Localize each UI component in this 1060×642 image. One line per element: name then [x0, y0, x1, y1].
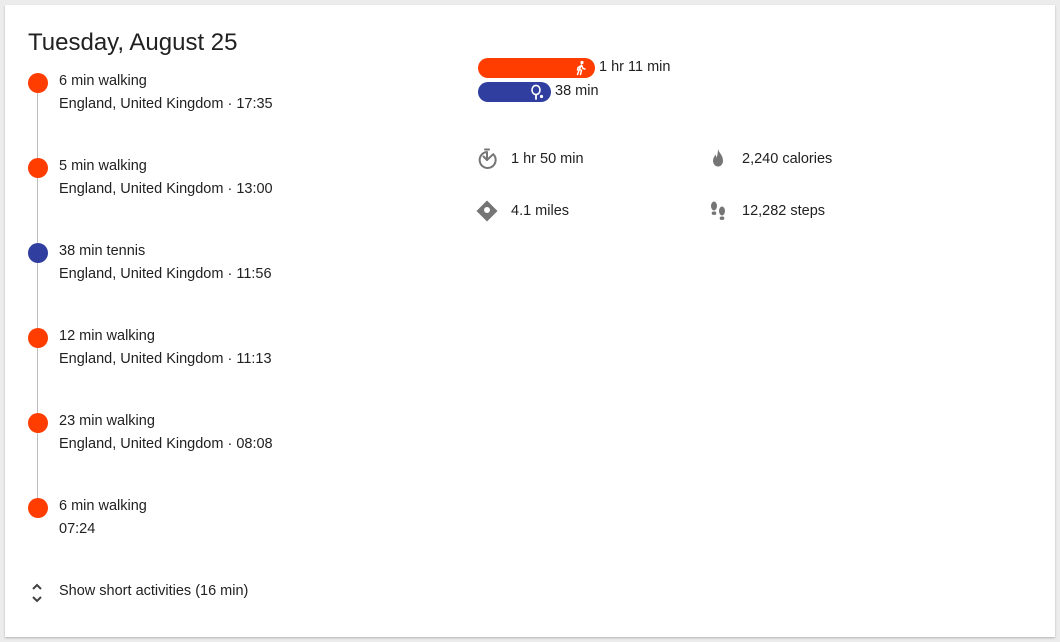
walking-person-icon: [576, 60, 586, 76]
distance-value: 4.1 miles: [511, 203, 570, 219]
walking-duration-bar: [478, 58, 595, 78]
activity-title: 38 min tennis: [59, 243, 146, 259]
footsteps-icon: [711, 201, 725, 220]
show-short-activities-button[interactable]: Show short activities (16 min): [29, 580, 329, 606]
walking-summary-bar: 1 hr 11 min: [478, 58, 698, 80]
tennis-summary-bar: 38 min: [478, 82, 658, 104]
timeline-item[interactable]: 23 min walking England, United Kingdom ·…: [5, 345, 405, 452]
walking-activity-dot: [28, 498, 48, 518]
activity-time: 07:24: [59, 521, 96, 537]
activity-day-card: Tuesday, August 25 6 min walking England…: [5, 5, 1055, 637]
calories-value: 2,240 calories: [742, 151, 833, 167]
walking-duration-label: 1 hr 11 min: [599, 59, 671, 75]
timer-icon: [478, 148, 497, 169]
timeline-item[interactable]: 6 min walking England, United Kingdom · …: [5, 5, 405, 112]
tennis-racket-icon: [531, 84, 544, 100]
flame-icon: [713, 149, 723, 167]
timeline-item[interactable]: 5 min walking England, United Kingdom · …: [5, 90, 405, 197]
activity-title: 6 min walking: [59, 498, 147, 514]
steps-value: 12,282 steps: [742, 203, 826, 219]
activity-title: 5 min walking: [59, 158, 147, 174]
tennis-duration-label: 38 min: [555, 83, 599, 99]
timeline-item[interactable]: 6 min walking 07:24: [5, 430, 405, 537]
tennis-duration-bar: [478, 82, 551, 102]
active-time-stat: 1 hr 50 min: [475, 147, 675, 173]
steps-stat: 12,282 steps: [706, 199, 906, 225]
timeline-item[interactable]: 38 min tennis England, United Kingdom · …: [5, 175, 405, 282]
unfold-chevrons-icon: [32, 583, 42, 603]
show-short-activities-label: Show short activities (16 min): [59, 583, 249, 599]
directions-diamond-icon: [476, 200, 498, 222]
distance-stat: 4.1 miles: [475, 199, 675, 225]
active-time-value: 1 hr 50 min: [511, 151, 584, 167]
activity-title: 23 min walking: [59, 413, 155, 429]
activity-title: 6 min walking: [59, 73, 147, 89]
calories-stat: 2,240 calories: [706, 147, 906, 173]
timeline-item[interactable]: 12 min walking England, United Kingdom ·…: [5, 260, 405, 367]
activity-title: 12 min walking: [59, 328, 155, 344]
